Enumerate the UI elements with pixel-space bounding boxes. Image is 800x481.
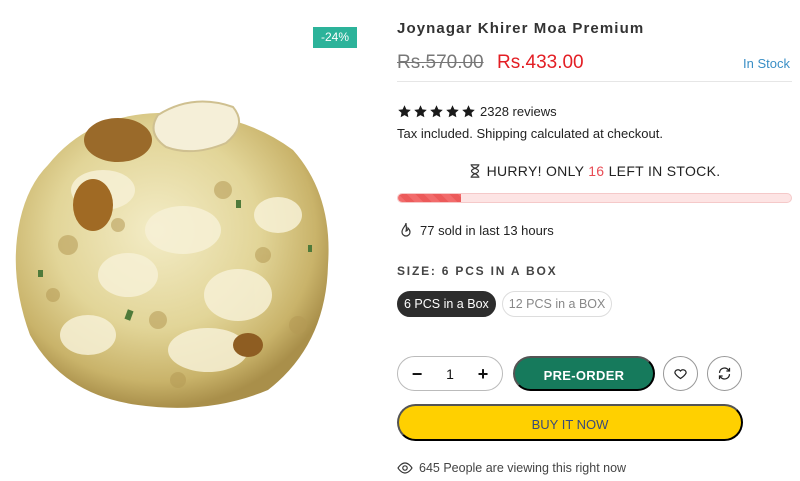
viewing-info: 645 People are viewing this right now bbox=[397, 461, 626, 475]
quantity-input[interactable]: 1 bbox=[446, 366, 454, 382]
low-stock-message: HURRY! ONLY 16 LEFT IN STOCK. bbox=[397, 163, 792, 179]
size-option-6-pcs[interactable]: 6 PCS in a Box bbox=[397, 291, 496, 317]
star-icon bbox=[414, 104, 427, 117]
flame-icon bbox=[401, 222, 411, 237]
star-icon bbox=[446, 104, 459, 117]
product-image-area: -24% bbox=[0, 0, 370, 481]
compare-at-price: Rs.570.00 bbox=[397, 52, 484, 73]
stock-status: In Stock bbox=[743, 56, 790, 71]
star-rating bbox=[397, 104, 476, 119]
reviews-count[interactable]: 2328 reviews bbox=[480, 104, 557, 119]
product-details: Joynagar Khirer Moa Premium Rs.570.00 Rs… bbox=[397, 0, 792, 481]
stock-progress-bar bbox=[397, 193, 792, 203]
compare-button[interactable] bbox=[707, 356, 742, 391]
pre-order-button[interactable]: PRE-ORDER bbox=[513, 356, 655, 391]
sold-info: 77 sold in last 13 hours bbox=[399, 222, 554, 238]
quantity-decrease-button[interactable]: − bbox=[410, 365, 424, 383]
stock-progress-fill bbox=[398, 194, 461, 202]
refresh-icon bbox=[718, 367, 731, 380]
eye-icon bbox=[397, 462, 413, 474]
star-icon bbox=[398, 104, 411, 117]
product-title: Joynagar Khirer Moa Premium bbox=[397, 20, 645, 37]
sold-text: 77 sold in last 13 hours bbox=[420, 222, 554, 238]
rating-row[interactable]: 2328 reviews bbox=[397, 103, 557, 119]
tax-note: Tax included. Shipping calculated at che… bbox=[397, 126, 663, 141]
hurry-prefix: HURRY! ONLY bbox=[486, 163, 589, 179]
price-row: Rs.570.00 Rs.433.00 In Stock bbox=[397, 50, 792, 82]
star-icon bbox=[462, 104, 475, 117]
heart-icon bbox=[674, 369, 687, 380]
discount-badge: -24% bbox=[313, 27, 357, 48]
buy-it-now-button[interactable]: BUY IT NOW bbox=[397, 404, 743, 441]
hourglass-icon bbox=[470, 164, 479, 178]
size-option-12-pcs[interactable]: 12 PCS in a BOX bbox=[501, 291, 613, 317]
wishlist-button[interactable] bbox=[663, 356, 698, 391]
viewing-text: 645 People are viewing this right now bbox=[419, 461, 627, 475]
hurry-count: 16 bbox=[588, 163, 605, 179]
quantity-stepper: − 1 + bbox=[397, 356, 503, 391]
size-options: 6 PCS in a Box 12 PCS in a BOX bbox=[397, 291, 613, 317]
product-image[interactable] bbox=[8, 95, 338, 415]
size-label: SIZE: 6 PCS IN A BOX bbox=[397, 264, 558, 278]
hurry-suffix: LEFT IN STOCK. bbox=[604, 163, 721, 179]
quantity-increase-button[interactable]: + bbox=[476, 365, 490, 383]
sale-price: Rs.433.00 bbox=[497, 52, 584, 73]
star-icon bbox=[430, 104, 443, 117]
